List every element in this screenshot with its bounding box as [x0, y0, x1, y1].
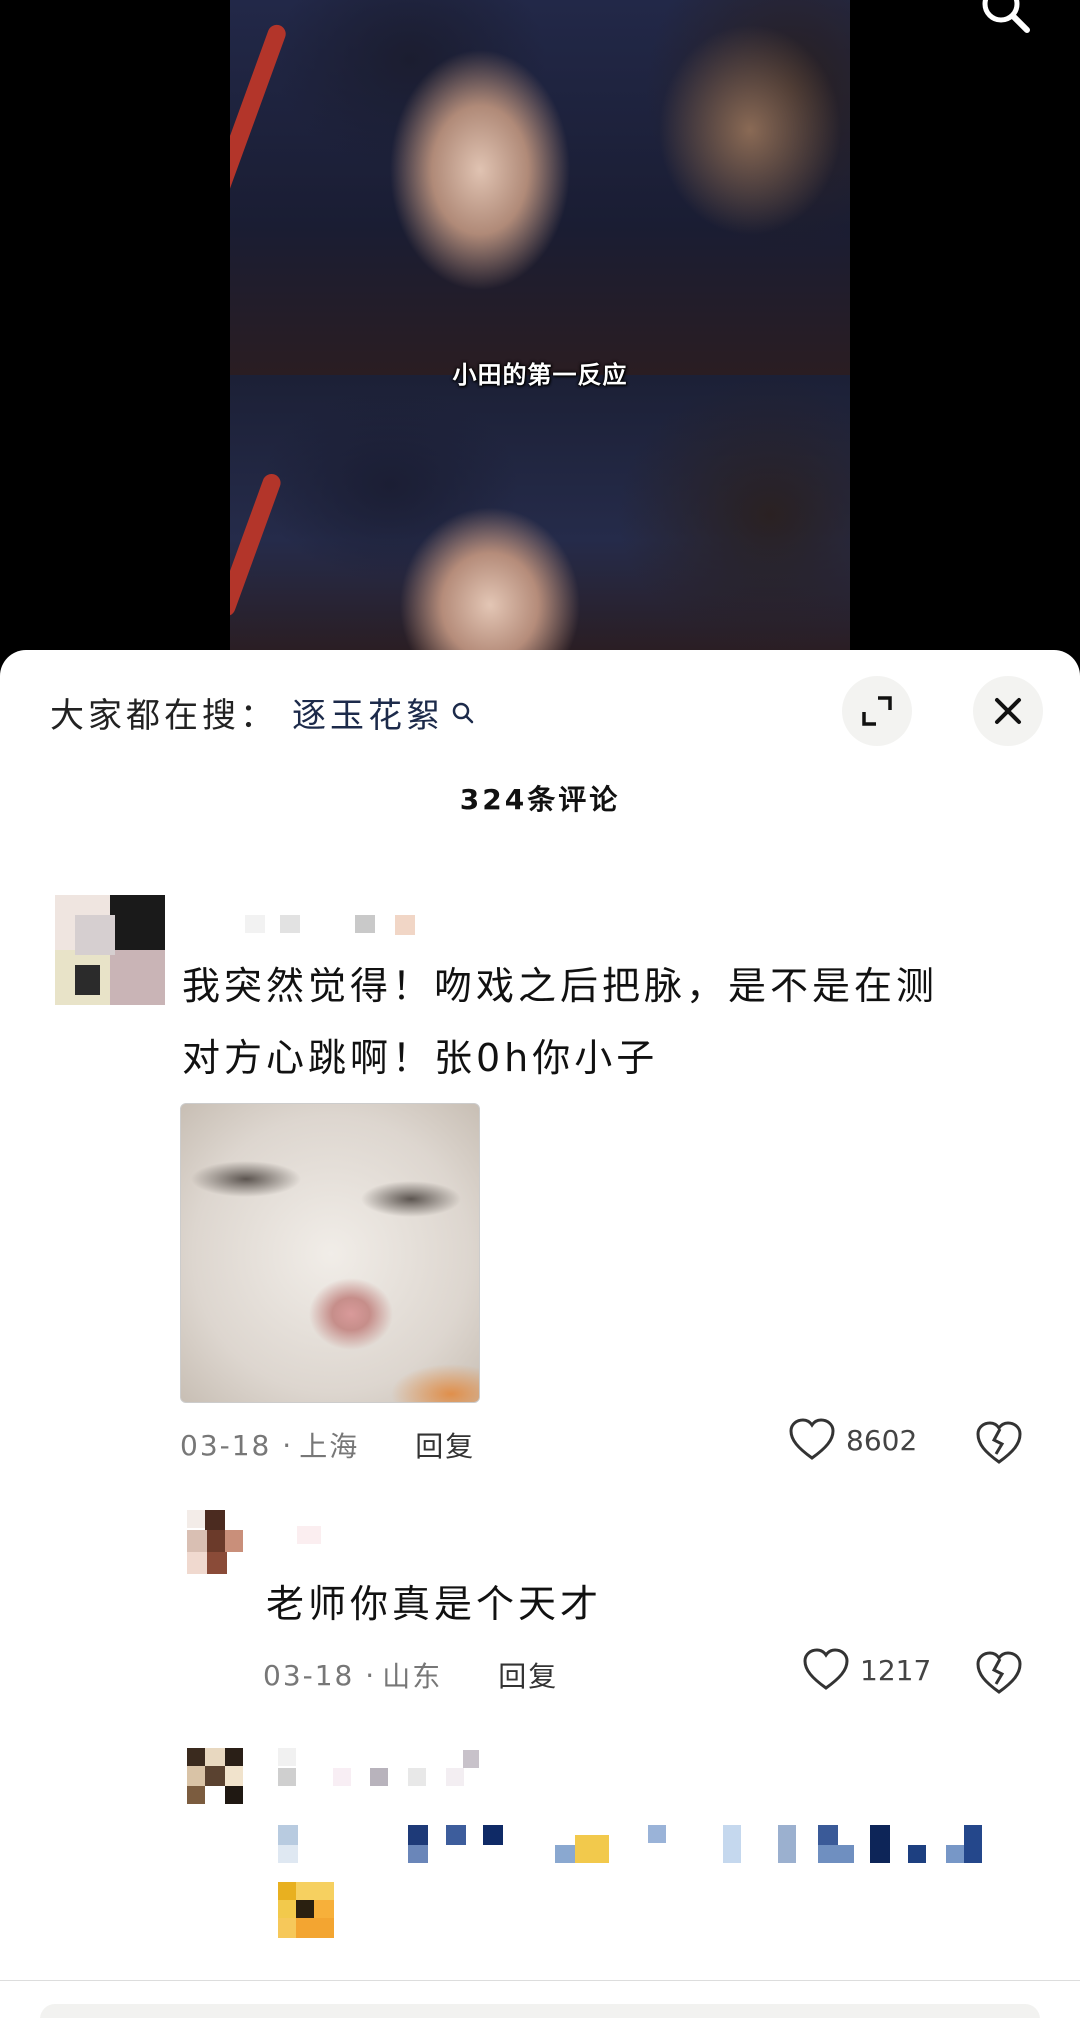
username-redacted[interactable]	[245, 915, 425, 935]
video-still-bottom	[230, 375, 850, 650]
comment-input-bar[interactable]	[40, 2004, 1040, 2018]
comment-line: 我突然觉得！吻戏之后把脉，是不是在测	[182, 964, 939, 1008]
hot-search-prefix: 大家都在搜：	[50, 696, 278, 736]
avatar[interactable]	[187, 1748, 243, 1804]
comment-line: 老师你真是个天才	[266, 1582, 603, 1626]
like-count: 1217	[860, 1653, 932, 1687]
like-button[interactable]: 8602	[788, 1418, 917, 1462]
username-redacted[interactable]	[297, 1526, 321, 1544]
hot-search-bar[interactable]: 大家都在搜： 逐玉花絮	[50, 688, 476, 737]
comment-line: 对方心跳啊！张0h你小子	[182, 1036, 659, 1080]
expand-icon	[862, 696, 892, 726]
hair-ribbon	[230, 22, 289, 198]
avatar[interactable]	[55, 895, 165, 1005]
comment-text-redacted	[278, 1825, 988, 1865]
broken-heart-icon[interactable]	[975, 1650, 1023, 1696]
comments-sheet: 大家都在搜： 逐玉花絮 324条评论 我突然觉得！吻戏之后把脉，是不是在测 对方…	[0, 650, 1080, 2018]
close-button[interactable]	[973, 676, 1043, 746]
close-icon	[995, 698, 1021, 724]
comment-text: 我突然觉得！吻戏之后把脉，是不是在测 对方心跳啊！张0h你小子	[182, 950, 938, 1094]
like-button[interactable]: 1217	[802, 1648, 931, 1692]
username-redacted[interactable]	[278, 1748, 479, 1788]
hair-ribbon	[230, 471, 284, 619]
comment-count-title: 324条评论	[459, 783, 621, 816]
comment-text: 老师你真是个天才	[266, 1568, 602, 1640]
reply-button[interactable]: 回复	[415, 1425, 475, 1465]
comment-date: 03-18	[180, 1428, 272, 1462]
video-player[interactable]: 小田的第一反应	[0, 0, 1080, 650]
broken-heart-icon[interactable]	[975, 1420, 1023, 1466]
video-still-top	[230, 0, 850, 375]
avatar[interactable]	[187, 1510, 243, 1580]
comment-location: 山东	[382, 1660, 443, 1693]
reply-button[interactable]: 回复	[498, 1655, 558, 1695]
heart-icon	[789, 1418, 835, 1460]
comment-meta: 03-18 · 山东 回复	[263, 1655, 558, 1695]
comment-sticker[interactable]	[278, 1882, 334, 1956]
video-subtitle: 小田的第一反应	[452, 361, 628, 389]
heart-icon	[803, 1648, 849, 1690]
comment-meta: 03-18 · 上海 回复	[180, 1425, 475, 1465]
search-icon[interactable]	[975, 0, 1035, 42]
search-icon	[452, 702, 474, 723]
hot-search-term[interactable]: 逐玉花絮	[292, 688, 444, 737]
expand-button[interactable]	[842, 676, 912, 746]
video-frame[interactable]: 小田的第一反应	[230, 0, 850, 650]
comment-location: 上海	[299, 1430, 360, 1463]
comment-image-cat[interactable]	[180, 1103, 480, 1403]
like-count: 8602	[846, 1423, 918, 1457]
comment-date: 03-18	[263, 1658, 355, 1692]
